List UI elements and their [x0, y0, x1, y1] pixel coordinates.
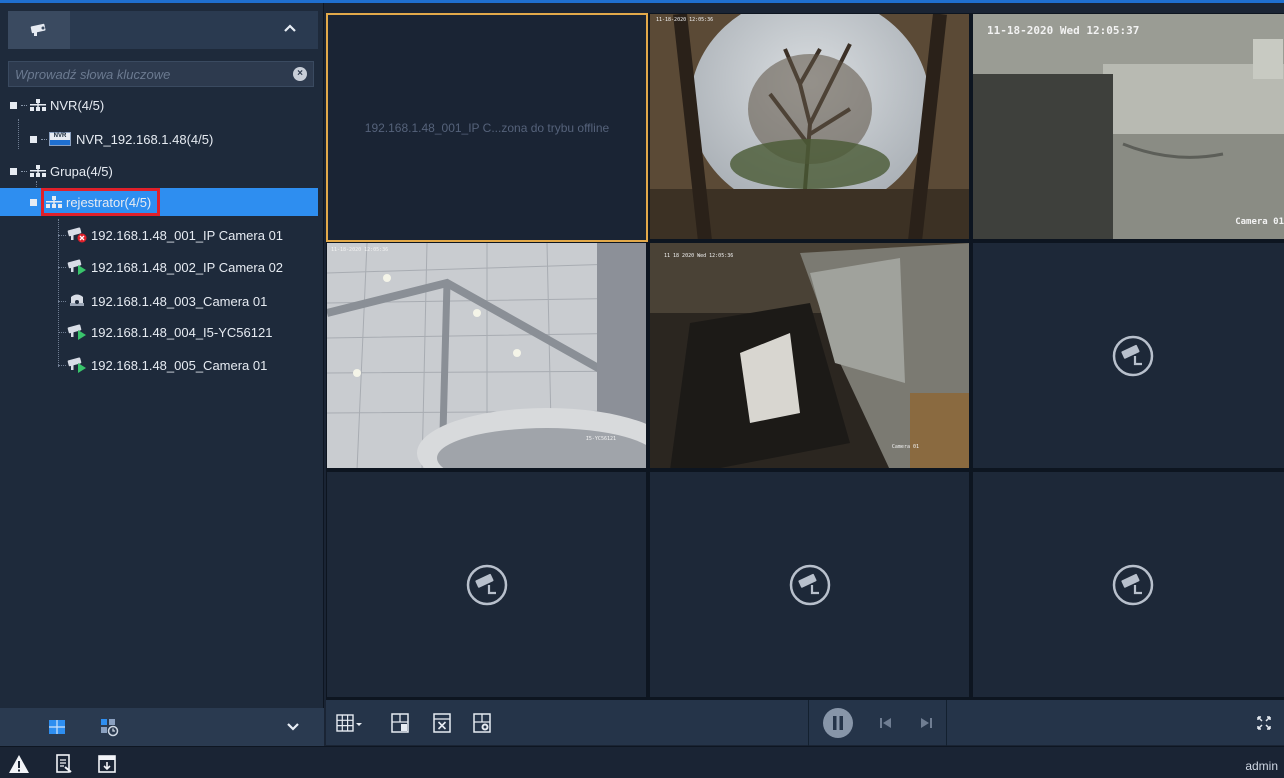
nvr-device-icon: NVR: [49, 132, 71, 146]
camera-placeholder-icon: [789, 564, 830, 605]
camera-placeholder-icon: [1112, 335, 1153, 376]
tree-connector: [58, 267, 66, 268]
tree-toggle[interactable]: [30, 198, 37, 206]
log-icon[interactable]: [52, 753, 74, 775]
tree-item-nvr-device[interactable]: NVR NVR_192.168.1.48(4/5): [30, 125, 213, 153]
previous-frame-icon[interactable]: [874, 711, 898, 735]
snapshot-icon[interactable]: [470, 711, 494, 735]
tree-connector: [58, 219, 59, 367]
sidebar-bottom-bar: [0, 708, 324, 746]
video-frame: [973, 14, 1284, 239]
tree-label: Grupa(4/5): [50, 163, 113, 179]
download-icon[interactable]: [96, 753, 118, 775]
sidebar-header: [0, 11, 318, 53]
video-tile-empty[interactable]: [326, 471, 647, 698]
tree-label: 192.168.1.48_002_IP Camera 02: [91, 259, 284, 275]
tree-label: NVR_192.168.1.48(4/5): [76, 131, 214, 147]
tree-connector: [58, 235, 66, 236]
username-label[interactable]: admin: [1245, 759, 1278, 773]
tree-toggle[interactable]: [10, 167, 17, 175]
warning-icon[interactable]: [8, 753, 30, 775]
tree-item-camera[interactable]: 192.168.1.48_003_Camera 01: [66, 287, 267, 315]
osd-camera-name: Camera 01: [1235, 217, 1284, 227]
tree-connector: [58, 332, 66, 333]
osd-camera-name: Camera 01: [891, 444, 919, 450]
tree-connector: [58, 301, 66, 302]
camera-placeholder-icon: [1112, 564, 1153, 605]
tree-connector: [18, 119, 19, 149]
osd-camera-name: I5-YC56121: [585, 436, 616, 442]
video-tile-empty[interactable]: [972, 471, 1284, 698]
highlight-box: rejestrator(4/5): [41, 188, 161, 216]
tree-label: rejestrator(4/5): [66, 194, 152, 210]
network-icon: [30, 165, 46, 177]
toolbar-divider: [808, 700, 809, 746]
camera-offline-icon: [67, 227, 87, 243]
tree-label: 192.168.1.48_005_Camera 01: [91, 357, 268, 373]
osd-timestamp: 11-18-2020 12:05:36: [656, 17, 714, 23]
camera-online-icon: [67, 259, 86, 275]
video-tile[interactable]: 11-18-2020 12:05:36: [649, 13, 970, 240]
tree-item-camera[interactable]: 192.168.1.48_002_IP Camera 02: [66, 253, 283, 281]
video-frame: [650, 14, 969, 239]
device-sidebar: × NVR(4/5) NVR NVR_192.168: [0, 3, 324, 746]
camera-placeholder-icon: [466, 564, 507, 605]
camera-online-icon: [67, 324, 86, 340]
tab-devices[interactable]: [8, 11, 70, 49]
osd-timestamp: 11-18-2020 Wed 12:05:37: [987, 24, 1140, 37]
osd-timestamp: 11 18 2020 Wed 12:05:36: [664, 253, 734, 259]
live-view-grid-icon[interactable]: [46, 716, 68, 738]
chevron-up-icon[interactable]: [280, 19, 300, 39]
fullscreen-icon[interactable]: [1252, 711, 1276, 735]
playback-control-bar: [326, 699, 1284, 746]
video-tile[interactable]: 11-18-2020 Wed 12:05:37 Camera 01: [972, 13, 1284, 240]
tree-label: 192.168.1.48_001_IP Camera 01: [91, 227, 284, 243]
grid-layout-icon[interactable]: [334, 711, 364, 735]
search-input[interactable]: [9, 62, 279, 86]
next-frame-icon[interactable]: [914, 711, 938, 735]
tree-label: 192.168.1.48_004_I5-YC56121: [91, 324, 273, 340]
camera-online-icon: [67, 357, 86, 373]
tree-item-camera[interactable]: 192.168.1.48_001_IP Camera 01: [66, 221, 283, 249]
camera-icon: [30, 23, 46, 36]
chevron-down-icon[interactable]: [282, 716, 304, 738]
status-bar: admin: [0, 746, 1284, 778]
video-tile[interactable]: 11-18-2020 12:05:36 I5-YC56121: [326, 242, 647, 469]
toolbar-divider: [946, 700, 947, 746]
tree-item-group[interactable]: Grupa(4/5): [10, 157, 113, 185]
tree-toggle[interactable]: [30, 135, 37, 143]
tree-connector: [58, 365, 66, 366]
playback-icon[interactable]: [98, 716, 120, 738]
tree-item-nvr-group[interactable]: NVR(4/5): [10, 91, 104, 119]
video-tile-empty[interactable]: [649, 471, 970, 698]
video-tile-empty[interactable]: [972, 242, 1284, 469]
search-box: ×: [8, 61, 314, 87]
pause-button[interactable]: [822, 707, 854, 739]
save-view-icon[interactable]: [388, 711, 412, 735]
tree-toggle[interactable]: [10, 101, 17, 109]
video-grid: 192.168.1.48_001_IP C...zona do trybu of…: [326, 13, 1284, 699]
close-all-icon[interactable]: [430, 711, 454, 735]
video-frame: [650, 243, 969, 468]
tree-item-camera[interactable]: 192.168.1.48_004_I5-YC56121: [66, 318, 272, 346]
tree-label: 192.168.1.48_003_Camera 01: [91, 293, 268, 309]
tree-item-camera[interactable]: 192.168.1.48_005_Camera 01: [66, 351, 267, 379]
video-tile-offline[interactable]: 192.168.1.48_001_IP C...zona do trybu of…: [326, 13, 648, 242]
clear-search-icon[interactable]: ×: [293, 67, 307, 81]
osd-timestamp: 11-18-2020 12:05:36: [331, 247, 389, 253]
network-icon: [30, 99, 46, 111]
app-window: × NVR(4/5) NVR NVR_192.168: [0, 0, 1284, 778]
offline-message: 192.168.1.48_001_IP C...zona do trybu of…: [364, 120, 610, 135]
camera-idle-icon: [70, 294, 84, 306]
video-tile[interactable]: 11 18 2020 Wed 12:05:36 Camera 01: [649, 242, 970, 469]
tree-label: NVR(4/5): [50, 97, 105, 113]
tree-item-recorder[interactable]: rejestrator(4/5): [0, 188, 318, 216]
network-icon: [46, 196, 62, 208]
